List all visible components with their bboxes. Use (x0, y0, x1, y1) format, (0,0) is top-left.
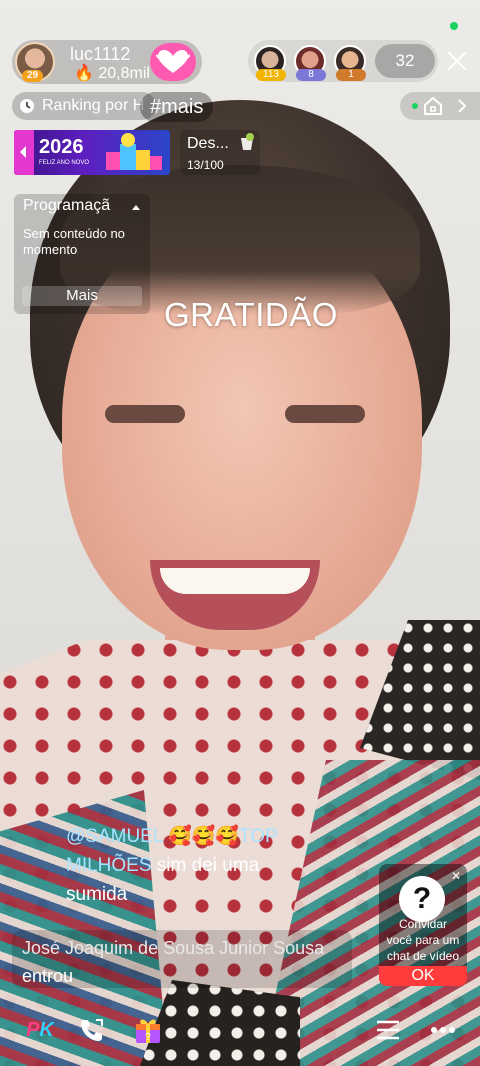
chat-message[interactable]: @SAMUEL 🥰🥰🥰TOP MILHÕES sim dei uma sumid… (14, 822, 334, 912)
join-user-name[interactable]: José Joaquim de Sousa Junior Sousa (22, 938, 324, 958)
goal-title: Des... (187, 135, 229, 152)
top-viewer-2[interactable]: 8 (294, 45, 326, 81)
svg-text:?: ? (145, 1032, 151, 1043)
online-dot-icon (412, 103, 418, 109)
programming-more-button[interactable]: Mais (22, 286, 142, 306)
host-eye-left (105, 405, 185, 423)
pk-battle-button[interactable]: PK (22, 1012, 58, 1048)
phone-icon (81, 1019, 103, 1041)
chevron-left-icon (20, 146, 26, 158)
viewer-count[interactable]: 32 (375, 44, 435, 78)
banner-year: 2026 (39, 136, 84, 158)
more-icon (431, 1027, 455, 1033)
ranking-label: Ranking por H (42, 97, 145, 114)
invite-text: Convidar você para um chat de vídeo (386, 917, 460, 963)
top-viewers[interactable]: 113 8 1 32 (248, 40, 438, 82)
host-likes-value: 20,8mil (98, 65, 150, 82)
flame-icon: 🔥 (74, 65, 94, 82)
host-likes: 🔥 20,8mil (74, 63, 150, 83)
call-button[interactable] (74, 1012, 110, 1048)
top-viewer-3[interactable]: 1 (334, 45, 366, 81)
live-status-dot (450, 22, 458, 30)
close-icon[interactable] (445, 49, 469, 73)
gift-button[interactable]: ? (130, 1012, 166, 1048)
viewer-badge: 8 (296, 69, 326, 81)
banner-subtitle: FELIZ ANO NOVO (39, 160, 90, 166)
heart-icon (156, 50, 190, 73)
join-notification: José Joaquim de Sousa Junior Sousa entro… (12, 930, 352, 988)
gift-box-icon (106, 133, 162, 170)
chat-line: @SAMUEL 🥰🥰🥰TOP MILHÕES sim dei uma sumid… (14, 822, 324, 909)
follow-button[interactable] (150, 43, 196, 81)
invite-ok-button[interactable]: OK (379, 966, 467, 986)
caret-up-icon[interactable] (132, 205, 140, 210)
programming-body: Sem conteúdo no momento (23, 226, 125, 257)
join-action: entrou (22, 966, 74, 986)
programming-title: Programaçã (23, 197, 111, 214)
video-chat-invite-card[interactable]: ✕ ? Convidar você para um chat de vídeo … (379, 864, 467, 986)
close-icon[interactable]: ✕ (451, 869, 461, 883)
host-name: luc1112 (70, 44, 131, 64)
home-icon (424, 96, 442, 115)
viewer-badge: 1 (336, 69, 366, 81)
drink-icon (241, 133, 254, 150)
hashtag-pill[interactable]: #mais (140, 92, 214, 122)
banner-accent (14, 130, 34, 175)
menu-button[interactable] (370, 1012, 406, 1048)
room-shortcut[interactable] (400, 92, 480, 120)
goal-count: 13/100 (187, 158, 224, 172)
viewer-badge: 113 (256, 69, 286, 81)
goal-card[interactable]: Des... 13/100 (180, 130, 260, 175)
host-profile[interactable]: 29 luc1112 🔥 20,8mil (12, 40, 202, 84)
top-viewer-1[interactable]: 113 (254, 45, 286, 81)
new-year-event-banner[interactable]: 2026 FELIZ ANO NOVO (14, 130, 170, 175)
host-level-badge: 29 (22, 70, 44, 82)
gift-icon: ? (136, 1019, 160, 1043)
chevron-right-icon (458, 99, 467, 113)
pk-label: PK (26, 1018, 54, 1041)
clock-icon (20, 99, 34, 113)
menu-icon (377, 1020, 399, 1040)
stream-overlay-title: GRATIDÃO (164, 296, 338, 333)
more-options-button[interactable] (425, 1012, 461, 1048)
ranking-pill[interactable]: Ranking por H (12, 92, 157, 120)
bottom-toolbar: PK ? (0, 1006, 480, 1056)
host-eye-right (285, 405, 365, 423)
programming-card[interactable]: Programaçã Sem conteúdo no momento Mais (14, 194, 150, 314)
